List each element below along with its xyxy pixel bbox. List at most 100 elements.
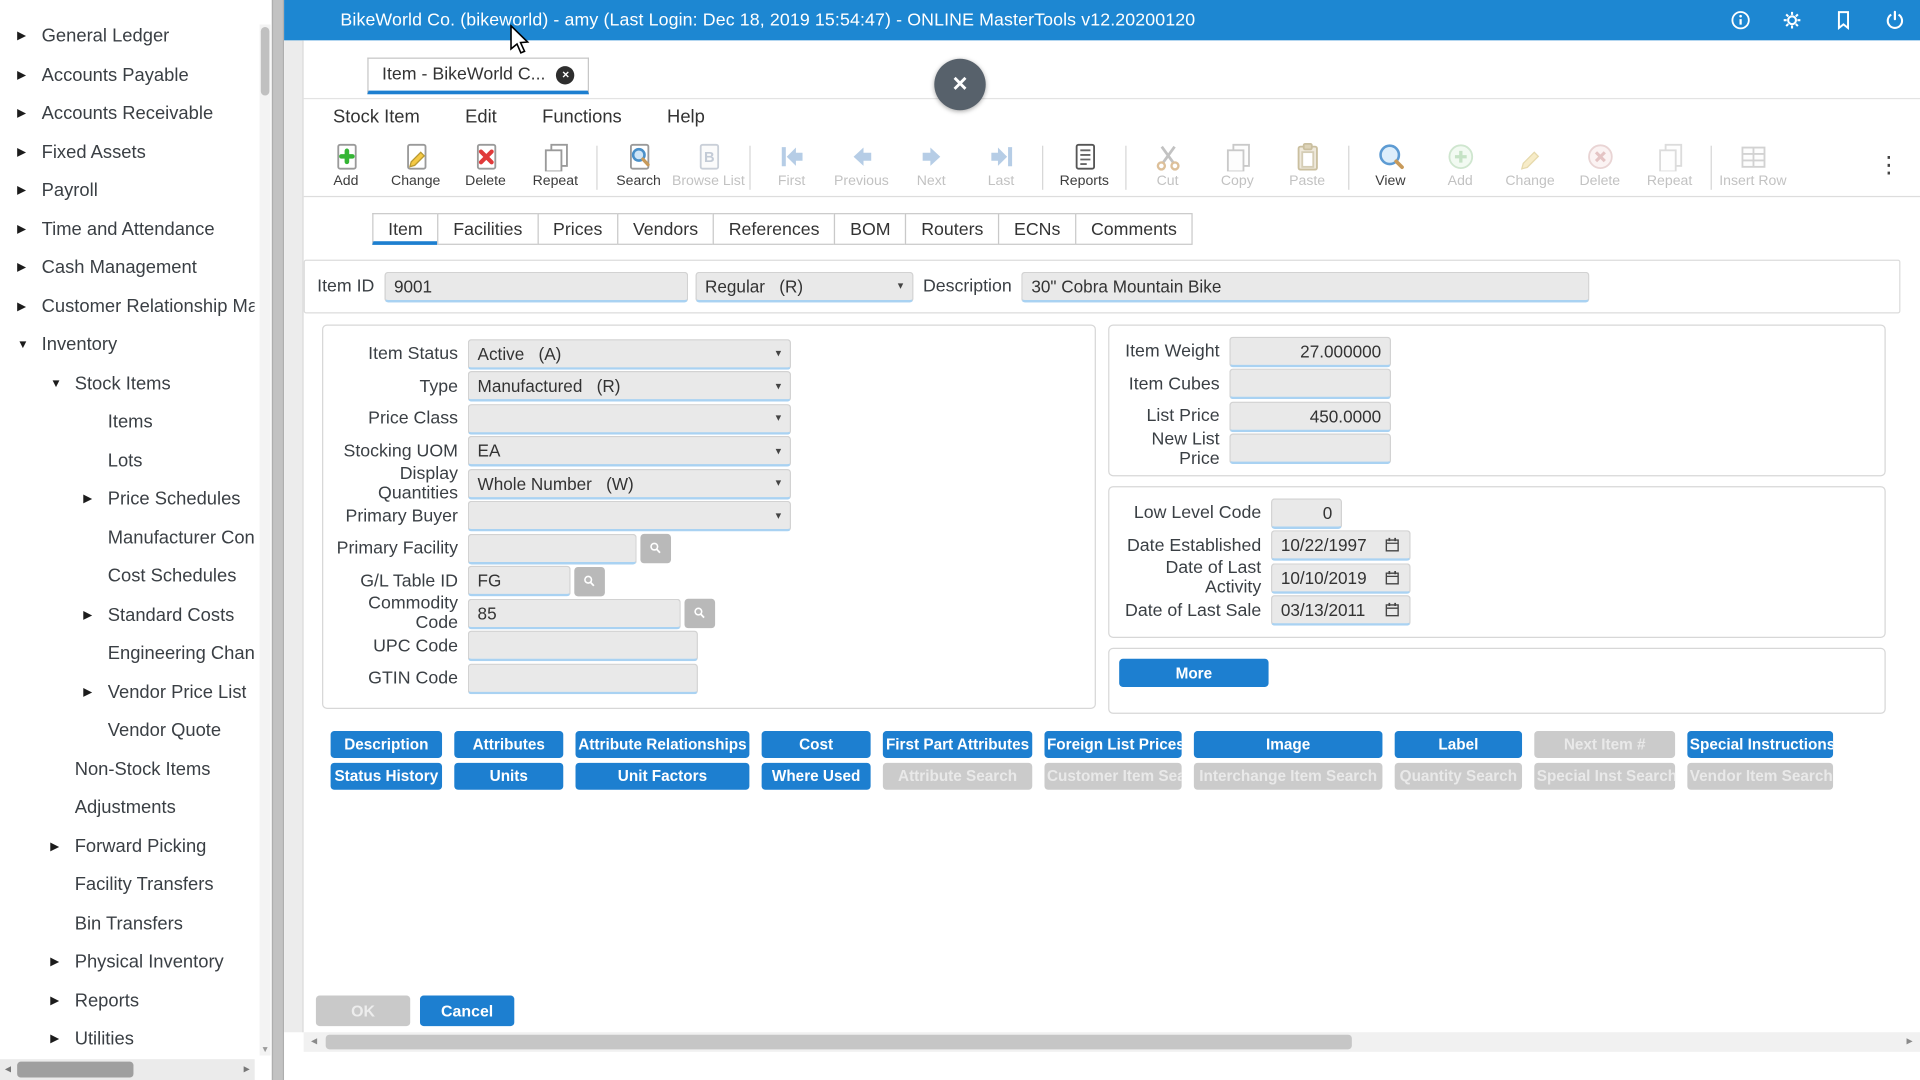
sidebar-item-reports[interactable]: ▶Reports: [0, 981, 255, 1020]
toolbar-delete-button[interactable]: Delete: [451, 142, 521, 189]
sidebar-item-vendor-price-list[interactable]: ▶Vendor Price List: [0, 673, 255, 712]
close-dialog-button[interactable]: ×: [934, 59, 985, 110]
menu-functions[interactable]: Functions: [542, 106, 622, 127]
calendar-icon[interactable]: [1384, 569, 1401, 586]
description-field[interactable]: 30" Cobra Mountain Bike: [1022, 271, 1590, 302]
scroll-down-icon[interactable]: ▼: [260, 1044, 271, 1055]
tree-collapsed-icon[interactable]: ▶: [17, 300, 41, 313]
cancel-button[interactable]: Cancel: [420, 996, 514, 1027]
type-select[interactable]: Manufactured (R)▾: [468, 371, 791, 402]
window-left-scrollband[interactable]: [284, 40, 304, 1032]
sidebar-item-items[interactable]: Items: [0, 403, 255, 442]
label-button[interactable]: Label: [1395, 731, 1522, 758]
toolbar-repeat-button[interactable]: Repeat: [520, 142, 590, 189]
tab-facilities[interactable]: Facilities: [437, 213, 538, 245]
tree-collapsed-icon[interactable]: ▶: [17, 145, 41, 158]
item-weight-field[interactable]: 27.000000: [1229, 336, 1391, 367]
sidebar-item-lots[interactable]: Lots: [0, 441, 255, 480]
sidebar-item-vendor-quote[interactable]: Vendor Quote: [0, 711, 255, 750]
gtin-code-field[interactable]: [468, 663, 698, 694]
scroll-left-icon[interactable]: ◂: [0, 1059, 16, 1080]
sidebar-item-cost-schedules[interactable]: Cost Schedules: [0, 557, 255, 596]
unit-factors-button[interactable]: Unit Factors: [576, 763, 750, 790]
date-of-last-activity-field[interactable]: 10/10/2019: [1271, 563, 1411, 594]
where-used-button[interactable]: Where Used: [762, 763, 871, 790]
sidebar-item-accounts-receivable[interactable]: ▶Accounts Receivable: [0, 94, 255, 133]
tab-item[interactable]: Item: [372, 213, 438, 245]
item-id-field[interactable]: 9001: [384, 271, 688, 302]
sidebar-splitter[interactable]: [272, 0, 284, 1080]
tree-expanded-icon[interactable]: ▼: [50, 377, 74, 390]
power-icon[interactable]: [1884, 10, 1905, 31]
tree-collapsed-icon[interactable]: ▶: [17, 223, 41, 236]
main-horizontal-scrollbar[interactable]: ◂ ▸: [304, 1032, 1920, 1052]
new-list-price-field[interactable]: [1229, 434, 1391, 465]
sidebar-item-forward-picking[interactable]: ▶Forward Picking: [0, 827, 255, 866]
tree-collapsed-icon[interactable]: ▶: [50, 1033, 74, 1046]
tab-close-icon[interactable]: ×: [557, 66, 575, 84]
sidebar-item-accounts-payable[interactable]: ▶Accounts Payable: [0, 56, 255, 95]
display-quantities-select[interactable]: Whole Number (W)▾: [468, 469, 791, 500]
tree-collapsed-icon[interactable]: ▶: [17, 68, 41, 81]
sidebar-item-bin-transfers[interactable]: Bin Transfers: [0, 904, 255, 943]
sidebar-item-general-ledger[interactable]: ▶General Ledger: [0, 17, 255, 56]
commodity-code-field[interactable]: 85: [468, 598, 681, 629]
sidebar-vertical-scrollbar[interactable]: [260, 24, 271, 1055]
sidebar-item-manufacturer-contra[interactable]: Manufacturer Contra: [0, 519, 255, 558]
primary-facility-field[interactable]: [468, 534, 637, 565]
tree-collapsed-icon[interactable]: ▶: [17, 184, 41, 197]
foreign-list-prices-button[interactable]: Foreign List Prices: [1044, 731, 1181, 758]
scrollbar-thumb[interactable]: [326, 1035, 1352, 1050]
g-l-table-id-field[interactable]: FG: [468, 566, 571, 597]
tree-collapsed-icon[interactable]: ▶: [83, 608, 107, 621]
sidebar-item-time-and-attendance[interactable]: ▶Time and Attendance: [0, 210, 255, 249]
scrollbar-thumb[interactable]: [261, 27, 270, 96]
scrollbar-thumb[interactable]: [17, 1062, 133, 1078]
upc-code-field[interactable]: [468, 631, 698, 662]
tab-routers[interactable]: Routers: [905, 213, 999, 245]
tree-collapsed-icon[interactable]: ▶: [17, 107, 41, 120]
scroll-right-icon[interactable]: ▸: [239, 1059, 255, 1080]
scroll-right-icon[interactable]: ▸: [1902, 1032, 1918, 1052]
attributes-button[interactable]: Attributes: [454, 731, 563, 758]
tree-collapsed-icon[interactable]: ▶: [50, 840, 74, 853]
menu-edit[interactable]: Edit: [465, 106, 497, 127]
calendar-icon[interactable]: [1384, 537, 1401, 554]
more-button[interactable]: More: [1119, 659, 1268, 687]
date-of-last-sale-field[interactable]: 03/13/2011: [1271, 595, 1411, 626]
sidebar-item-adjustments[interactable]: Adjustments: [0, 789, 255, 828]
status-history-button[interactable]: Status History: [331, 763, 442, 790]
sidebar-item-non-stock-items[interactable]: Non-Stock Items: [0, 750, 255, 789]
special-instructions-button[interactable]: Special Instructions: [1687, 731, 1833, 758]
tree-collapsed-icon[interactable]: ▶: [83, 493, 107, 506]
settings-gear-icon[interactable]: [1782, 10, 1803, 31]
tab-vendors[interactable]: Vendors: [617, 213, 714, 245]
tab-prices[interactable]: Prices: [537, 213, 618, 245]
tree-collapsed-icon[interactable]: ▶: [17, 30, 41, 43]
tab-bom[interactable]: BOM: [834, 213, 906, 245]
sidebar-item-price-schedules[interactable]: ▶Price Schedules: [0, 480, 255, 519]
low-level-code-field[interactable]: 0: [1271, 498, 1342, 529]
price-class-select[interactable]: ▾: [468, 404, 791, 435]
sidebar-item-standard-costs[interactable]: ▶Standard Costs: [0, 596, 255, 635]
sidebar-item-inventory[interactable]: ▼Inventory: [0, 326, 255, 365]
sidebar-item-facility-transfers[interactable]: Facility Transfers: [0, 866, 255, 905]
toolbar-add-button[interactable]: Add: [311, 142, 381, 189]
info-icon[interactable]: [1730, 10, 1751, 31]
primary-facility-lookup-button[interactable]: [640, 534, 671, 563]
primary-buyer-select[interactable]: ▾: [468, 501, 791, 532]
sidebar-item-customer-relationship-manag[interactable]: ▶Customer Relationship Manag: [0, 287, 255, 326]
attribute-relationships-button[interactable]: Attribute Relationships: [576, 731, 750, 758]
menu-stock-item[interactable]: Stock Item: [333, 106, 420, 127]
description-button[interactable]: Description: [331, 731, 442, 758]
date-established-field[interactable]: 10/22/1997: [1271, 531, 1411, 562]
tab-comments[interactable]: Comments: [1075, 213, 1193, 245]
toolbar-search-button[interactable]: Search: [604, 142, 674, 189]
document-tab-item[interactable]: Item - BikeWorld C... ×: [367, 58, 589, 95]
tree-collapsed-icon[interactable]: ▶: [17, 261, 41, 274]
units-button[interactable]: Units: [454, 763, 563, 790]
ok-button[interactable]: OK: [316, 996, 410, 1027]
item-cubes-field[interactable]: [1229, 369, 1391, 400]
g-l-table-id-lookup-button[interactable]: [574, 567, 605, 596]
cost-button[interactable]: Cost: [762, 731, 871, 758]
